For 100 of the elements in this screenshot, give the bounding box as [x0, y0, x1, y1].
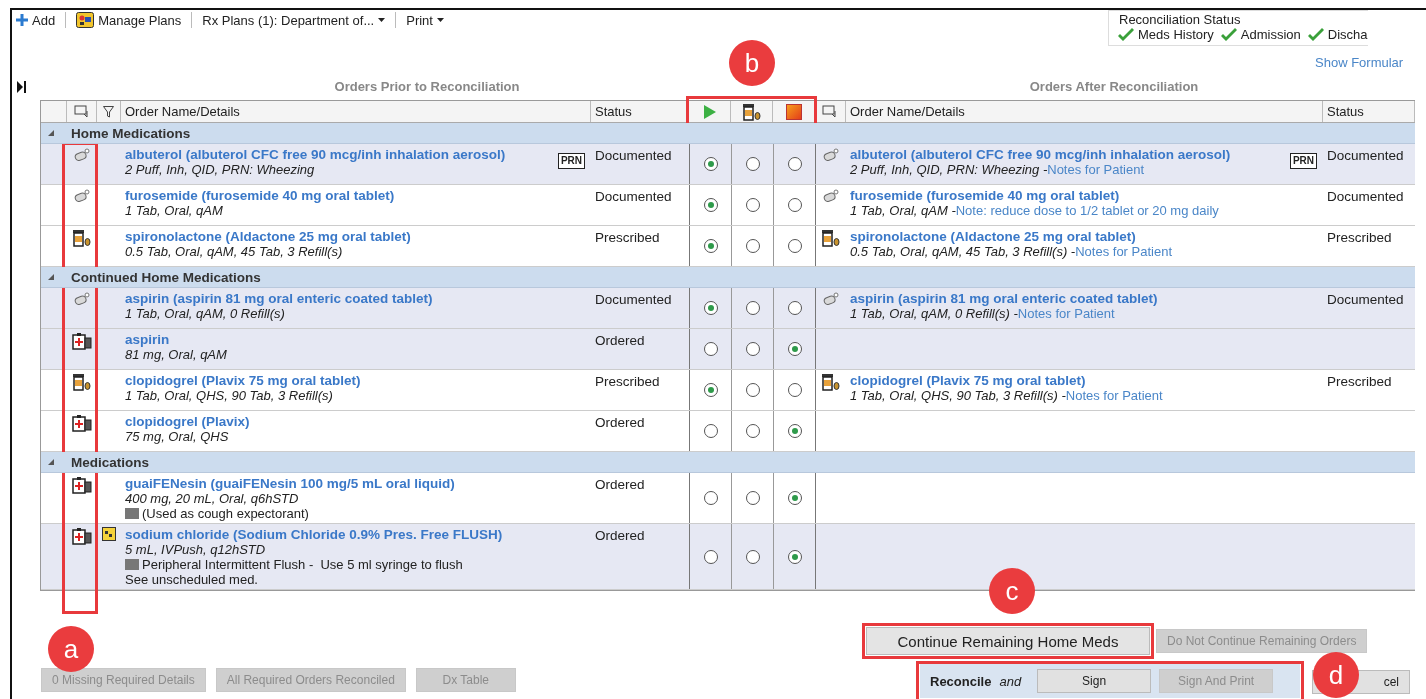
- section-title: Medications: [71, 454, 149, 470]
- radio-button[interactable]: [787, 342, 802, 356]
- show-formulary-link[interactable]: Show Formular: [1315, 55, 1404, 70]
- order-name[interactable]: furosemide (furosemide 40 mg oral tablet): [850, 188, 1120, 203]
- status-item: Discha: [1327, 27, 1368, 42]
- radio-button[interactable]: [745, 342, 760, 356]
- radio-button[interactable]: [787, 383, 802, 397]
- column-header: Order Name/Details: [121, 101, 591, 122]
- radio-button[interactable]: [703, 239, 718, 253]
- order-name[interactable]: albuterol (albuterol CFC free 90 mcg/inh inhalation aerosol): [850, 147, 1231, 162]
- radio-button[interactable]: [703, 383, 718, 397]
- toolbar-button[interactable]: Manage Plans: [72, 12, 186, 28]
- order-name[interactable]: furosemide (furosemide 40 mg oral tablet): [125, 188, 395, 203]
- radio-button[interactable]: [745, 549, 760, 564]
- order-row[interactable]: [41, 288, 1415, 329]
- radio-button[interactable]: [787, 157, 802, 171]
- order-details: 81 mg, Oral, qAM: [125, 347, 228, 362]
- order-name[interactable]: spironolactone (Aldactone 25 mg oral tablet): [850, 229, 1136, 244]
- order-comment: See unscheduled med.: [125, 572, 258, 587]
- section-title: Home Medications: [71, 125, 191, 141]
- section-header[interactable]: Medications: [41, 452, 1415, 473]
- order-status: Documented: [1326, 291, 1405, 309]
- order-row[interactable]: aspirin 81 mg, Oral, qAM Ordered: [41, 329, 1415, 370]
- radio-button[interactable]: [787, 491, 802, 505]
- collapse-icon[interactable]: [47, 273, 55, 281]
- radio-button[interactable]: [745, 157, 760, 171]
- expand-pane-icon[interactable]: [17, 80, 27, 94]
- radio-button[interactable]: [745, 383, 760, 397]
- annotation-marker: d: [1313, 652, 1359, 698]
- radio-button[interactable]: [745, 301, 760, 315]
- order-status: Ordered: [594, 414, 646, 432]
- continue-button[interactable]: Continue Remaining Home Meds: [866, 627, 1150, 655]
- status-item: Admission: [1240, 27, 1301, 42]
- radio-button[interactable]: [787, 424, 802, 438]
- radio-button[interactable]: [787, 198, 802, 212]
- radio-button[interactable]: [703, 549, 718, 564]
- order-details: 400 mg, 20 mL, Oral, q6hSTD: [125, 491, 300, 506]
- order-name[interactable]: sodium chloride (Sodium Chloride 0.9% Pres. Free FLUSH): [125, 527, 503, 542]
- medkit-icon: [72, 527, 92, 545]
- stop-icon[interactable]: [785, 103, 802, 120]
- bottle-icon: [72, 373, 92, 391]
- capsule-icon: [73, 147, 91, 163]
- order-name[interactable]: aspirin (aspirin 81 mg oral enteric coated tablet): [125, 291, 433, 306]
- order-name[interactable]: clopidogrel (Plavix 75 mg oral tablet): [125, 373, 361, 388]
- radio-button[interactable]: [787, 549, 802, 564]
- order-details: 1 Tab, Oral, qAM: [125, 203, 224, 218]
- order-row[interactable]: [41, 226, 1415, 267]
- order-name[interactable]: aspirin: [125, 332, 170, 347]
- order-status: Ordered: [594, 527, 646, 545]
- comment-icon: [125, 559, 139, 570]
- radio-button[interactable]: [787, 239, 802, 253]
- sign-button[interactable]: Sign: [1037, 669, 1152, 693]
- note-link[interactable]: Notes for Patient: [1017, 306, 1115, 321]
- note-link[interactable]: Notes for Patient: [1047, 162, 1145, 177]
- toolbar-button[interactable]: Rx Plans (1): Department of...: [198, 12, 390, 28]
- radio-button[interactable]: [745, 239, 760, 253]
- order-row[interactable]: [41, 144, 1415, 185]
- order-name[interactable]: spironolactone (Aldactone 25 mg oral tablet): [125, 229, 411, 244]
- play-icon[interactable]: [702, 103, 717, 120]
- order-row[interactable]: clopidogrel (Plavix 75 mg oral tablet) 1 Tab, Oral, QHS, 90 Tab, 3 Refill(s) Prescribed clopidogrel (Plavix 75 mg oral tablet) 1 Tab, Oral, QHS, 90 Tab, 3 Refill(s) -Notes for Patient Prescribed: [41, 370, 1415, 411]
- collapse-icon[interactable]: [47, 458, 55, 466]
- conjunction-label: and: [999, 673, 1022, 689]
- radio-button[interactable]: [745, 198, 760, 212]
- section-header[interactable]: Home Medications: [41, 123, 1415, 144]
- caret-icon: [378, 18, 386, 22]
- radio-button[interactable]: [787, 301, 802, 315]
- toolbar-button[interactable]: Add: [12, 12, 60, 28]
- order-row[interactable]: clopidogrel (Plavix) 75 mg, Oral, QHS Ordered: [41, 411, 1415, 452]
- section-header[interactable]: Continued Home Medications: [41, 267, 1415, 288]
- radio-button[interactable]: [745, 491, 760, 505]
- filter-icon[interactable]: [103, 105, 114, 118]
- note-link[interactable]: Note: reduce dose to 1/2 tablet or 20 mg daily: [955, 203, 1219, 218]
- note-link[interactable]: Notes for Patient: [1075, 244, 1173, 259]
- order-details: 1 Tab, Oral, QHS, 90 Tab, 3 Refill(s): [125, 388, 334, 403]
- annotation-marker: b: [729, 40, 775, 86]
- order-name[interactable]: clopidogrel (Plavix): [125, 414, 250, 429]
- order-comment: Peripheral Intermittent Flush - Use 5 ml syringe to flush: [142, 557, 463, 572]
- radio-button[interactable]: [703, 157, 718, 171]
- toolbar-button[interactable]: Print: [402, 12, 448, 28]
- radio-button[interactable]: [703, 342, 718, 356]
- radio-button[interactable]: [745, 424, 760, 438]
- radio-button[interactable]: [703, 424, 718, 438]
- order-row[interactable]: guaiFENesin (guaiFENesin 100 mg/5 mL oral liquid) 400 mg, 20 mL, Oral, q6hSTD (Used as cough expectorant) Ordered: [41, 473, 1415, 524]
- radio-button[interactable]: [703, 198, 718, 212]
- order-name[interactable]: albuterol (albuterol CFC free 90 mcg/inh inhalation aerosol): [125, 147, 506, 162]
- order-row[interactable]: furosemide (furosemide 40 mg oral tablet) 1 Tab, Oral, qAM Documented furosemide (furosemide 40 mg oral tablet) 1 Tab, Oral, qAM -Note: reduce dose to 1/2 tablet or 20 mg daily Documented: [41, 185, 1415, 226]
- order-details: 5 mL, IVPush, q12hSTD: [125, 542, 267, 557]
- radio-button[interactable]: [703, 491, 718, 505]
- pane-title: Orders Prior to Reconciliation: [334, 79, 520, 94]
- radio-button[interactable]: [703, 301, 718, 315]
- collapse-icon[interactable]: [47, 129, 55, 137]
- order-name[interactable]: aspirin (aspirin 81 mg oral enteric coated tablet): [850, 291, 1158, 306]
- order-details: 2 Puff, Inh, QID, PRN: Wheezing -Notes for Patient: [850, 162, 1146, 177]
- order-name[interactable]: guaiFENesin (guaiFENesin 100 mg/5 mL oral liquid): [125, 476, 455, 491]
- order-status: Prescribed: [1326, 229, 1393, 247]
- bottle-icon: [821, 373, 841, 391]
- order-name[interactable]: clopidogrel (Plavix 75 mg oral tablet): [850, 373, 1086, 388]
- column-header: Status: [591, 101, 689, 122]
- prn-badge: PRN: [557, 153, 585, 169]
- note-link[interactable]: Notes for Patient: [1065, 388, 1163, 403]
